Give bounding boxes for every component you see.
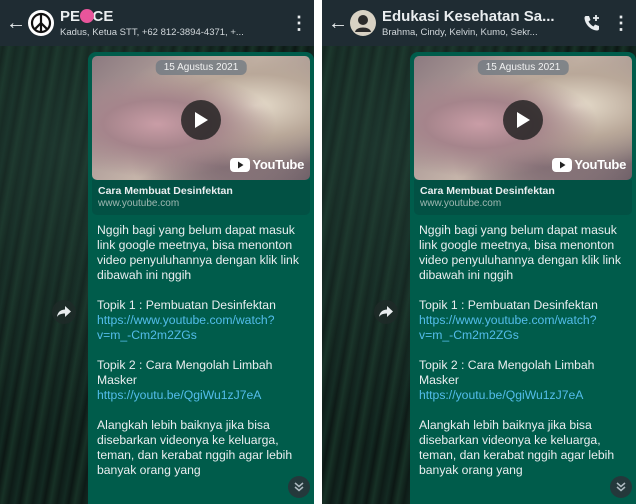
peace-symbol-icon-svg (30, 12, 52, 34)
youtube-wordmark: YouTube (252, 157, 304, 172)
topic-2-label: Topik 2 : Cara Mengolah Limbah Masker (419, 358, 595, 387)
add-call-icon[interactable] (582, 13, 602, 33)
topic-2-label: Topik 2 : Cara Mengolah Limbah Masker (97, 358, 273, 387)
chat-header: ← Edukasi Kesehatan Sa... Brahma, Cindy,… (322, 0, 636, 46)
date-chip: 15 Agustus 2021 (155, 60, 247, 75)
topic-1-label: Topik 1 : Pembuatan Desinfektan (97, 298, 276, 312)
link-title: Cara Membuat Desinfektan (98, 185, 233, 197)
topic-1-label: Topik 1 : Pembuatan Desinfektan (419, 298, 598, 312)
youtube-logo: YouTube (230, 157, 304, 172)
chat-panel-left: ← PE CE Kadus, Ketua STT, +62 812-3894-4… (0, 0, 314, 504)
group-avatar-svg (355, 15, 371, 32)
topic-2-link[interactable]: https://youtu.be/QgiWu1zJ7eA (419, 388, 627, 403)
more-vertical-icon[interactable]: ⋮ (290, 14, 308, 32)
message-paragraph-last: Alangkah lebih baiknya jika bisa disebar… (97, 418, 293, 477)
message-paragraph: Nggih bagi yang belum dapat masuk link g… (97, 223, 299, 282)
message-bubble[interactable]: 15 Agustus 2021 YouTube Cara Membuat Des… (88, 52, 314, 504)
message-paragraph-last: Alangkah lebih baiknya jika bisa disebar… (419, 418, 615, 477)
date-chip: 15 Agustus 2021 (477, 60, 569, 75)
chat-participants: Brahma, Cindy, Kelvin, Kumo, Sekr... (382, 27, 538, 38)
message-bubble[interactable]: 15 Agustus 2021 YouTube Cara Membuat Des… (410, 52, 636, 504)
chat-header: ← PE CE Kadus, Ketua STT, +62 812-3894-4… (0, 0, 314, 46)
cat-emoji-icon (80, 9, 94, 23)
chat-title-block[interactable]: Edukasi Kesehatan Sa... Brahma, Cindy, K… (382, 8, 576, 38)
chat-title: PE CE (60, 8, 284, 26)
back-arrow-icon[interactable]: ← (6, 12, 26, 35)
chat-title-block[interactable]: PE CE Kadus, Ketua STT, +62 812-3894-437… (60, 8, 284, 38)
play-icon[interactable] (503, 100, 543, 141)
more-vertical-icon[interactable]: ⋮ (612, 14, 630, 32)
panel-divider (314, 0, 322, 504)
link-preview-meta[interactable]: Cara Membuat Desinfektan www.youtube.com (414, 180, 632, 215)
link-domain: www.youtube.com (98, 198, 180, 209)
scroll-down-icon[interactable] (610, 476, 632, 498)
topic-1-link[interactable]: https://www.youtube.com/watch?v=m_-Cm2m2… (97, 313, 305, 343)
message-paragraph: Nggih bagi yang belum dapat masuk link g… (419, 223, 621, 282)
youtube-wordmark: YouTube (574, 157, 626, 172)
chat-title: Edukasi Kesehatan Sa... (382, 8, 555, 25)
topic-2-link[interactable]: https://youtu.be/QgiWu1zJ7eA (97, 388, 305, 403)
message-text: Nggih bagi yang belum dapat masuk link g… (414, 215, 632, 478)
message-text: Nggih bagi yang belum dapat masuk link g… (92, 215, 310, 478)
forward-icon[interactable] (52, 300, 76, 324)
youtube-logo: YouTube (552, 157, 626, 172)
scroll-down-icon[interactable] (288, 476, 310, 498)
video-thumbnail[interactable]: 15 Agustus 2021 YouTube (414, 56, 632, 180)
play-icon[interactable] (181, 100, 221, 141)
link-preview-meta[interactable]: Cara Membuat Desinfektan www.youtube.com (92, 180, 310, 215)
youtube-play-icon (552, 157, 573, 172)
video-thumbnail[interactable]: 15 Agustus 2021 YouTube (92, 56, 310, 180)
chat-participants: Kadus, Ketua STT, +62 812-3894-4371, +..… (60, 27, 244, 38)
topic-1-link[interactable]: https://www.youtube.com/watch?v=m_-Cm2m2… (419, 313, 627, 343)
link-domain: www.youtube.com (420, 198, 502, 209)
back-arrow-icon[interactable]: ← (328, 12, 348, 35)
forward-icon[interactable] (374, 300, 398, 324)
group-avatar-icon[interactable] (350, 10, 376, 36)
link-title: Cara Membuat Desinfektan (420, 185, 555, 197)
chat-panel-right: ← Edukasi Kesehatan Sa... Brahma, Cindy,… (322, 0, 636, 504)
peace-symbol-icon[interactable] (28, 10, 54, 36)
youtube-play-icon (230, 157, 251, 172)
